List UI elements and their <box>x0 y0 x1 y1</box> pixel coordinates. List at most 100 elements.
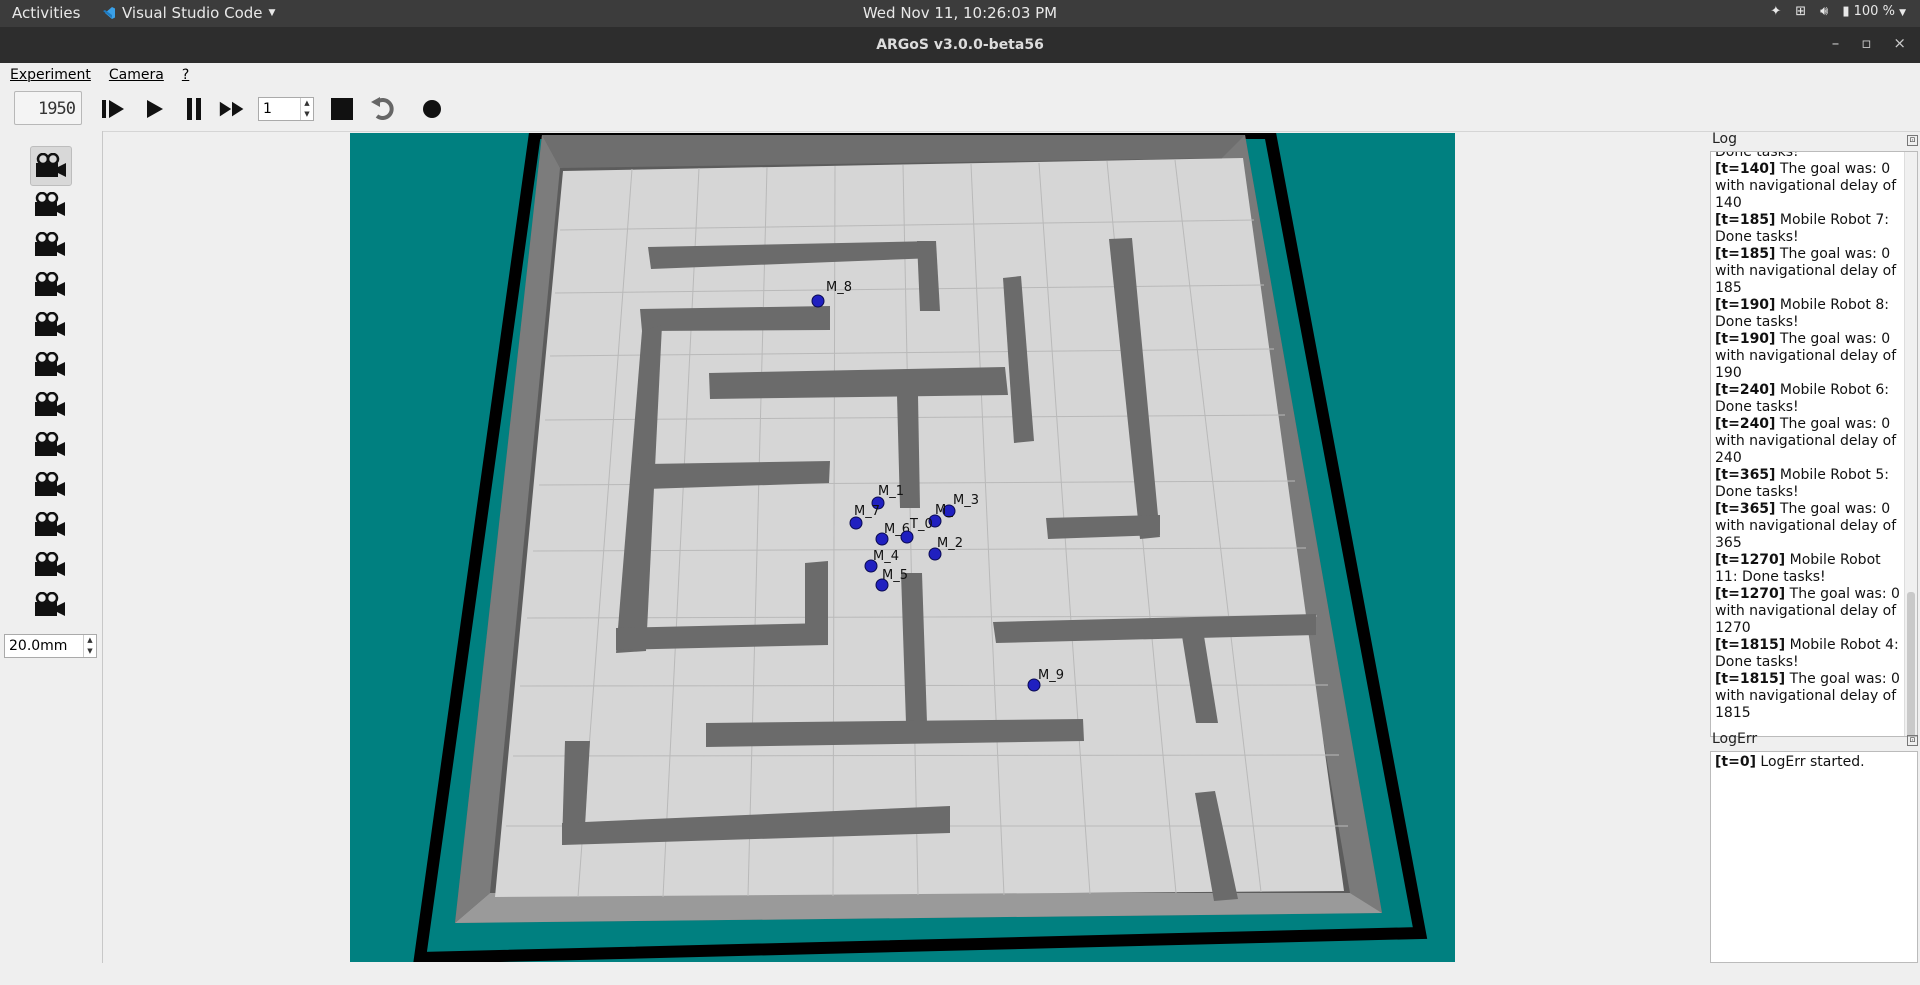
camera-9-button[interactable] <box>30 466 70 504</box>
clock[interactable]: Wed Nov 11, 10:26:03 PM <box>863 4 1057 22</box>
camera-12-button[interactable] <box>30 586 70 624</box>
activities-button[interactable]: Activities <box>12 4 80 22</box>
video-camera-icon <box>35 312 65 336</box>
camera-2-button[interactable] <box>30 186 70 224</box>
log-line: [t=0] LogErr started. <box>1711 754 1917 771</box>
robot-label: M_9 <box>1038 668 1064 683</box>
vscode-icon <box>103 7 115 19</box>
robot-label: M_1 <box>878 484 904 499</box>
log-timestamp: [t=240] <box>1715 416 1776 432</box>
fast-forward-button[interactable] <box>219 96 245 122</box>
log-panel: Log ⊡ Done tasks! [t=140] The goal was: … <box>1708 131 1920 737</box>
scroll-thumb[interactable] <box>1907 592 1915 736</box>
robot-label: M_3 <box>953 493 979 508</box>
fast-forward-icon <box>219 101 244 117</box>
log-timestamp: [t=185] <box>1715 212 1776 228</box>
video-camera-icon <box>35 472 65 496</box>
video-camera-icon <box>35 552 65 576</box>
battery-indicator[interactable]: ▮ 100 % ▼ <box>1842 4 1906 19</box>
log-line: Done tasks! <box>1715 151 1799 160</box>
reset-button[interactable] <box>369 96 395 122</box>
system-top-bar: Activities Visual Studio Code ▼ Wed Nov … <box>0 0 1920 27</box>
spin-arrows[interactable]: ▲ ▼ <box>83 635 96 657</box>
arena-render: M_8M_1M_7M_3M_M_6 T_0M_2M_4M_5M_9 <box>413 133 1428 962</box>
log-timestamp: [t=365] <box>1715 467 1776 483</box>
logerr-text[interactable]: [t=0] LogErr started. <box>1710 751 1918 963</box>
robot-label: M_7 <box>854 504 880 519</box>
video-camera-icon <box>35 392 65 416</box>
log-line: [t=1270] The goal was: 0 with navigation… <box>1711 586 1917 637</box>
camera-zoom-spinbox[interactable]: 20.0mm ▲ ▼ <box>4 634 97 658</box>
chevron-down-icon: ▼ <box>268 8 276 18</box>
log-timestamp: [t=1815] <box>1715 671 1786 687</box>
log-timestamp: [t=140] <box>1715 161 1776 177</box>
panel-float-icon[interactable]: ⊡ <box>1907 735 1918 746</box>
log-title: Log <box>1712 131 1738 147</box>
camera-4-button[interactable] <box>30 266 70 304</box>
robot-label: T_0 <box>909 517 933 532</box>
outer-wall-bottom <box>455 893 1382 923</box>
arena-3d-viewport[interactable]: M_8 M_1 M_7 M_3 M_ M_6 T_0 M_2 M_4 M_5 M_9 <box>350 133 1455 962</box>
robot-t0[interactable] <box>900 530 914 544</box>
bottom-strip <box>0 963 1920 985</box>
menu-camera[interactable]: Camera <box>109 67 164 83</box>
app-menu[interactable]: Visual Studio Code ▼ <box>102 4 275 22</box>
camera-5-button[interactable] <box>30 306 70 344</box>
maximize-icon[interactable]: ▫ <box>1861 34 1871 52</box>
log-timestamp: [t=190] <box>1715 331 1776 347</box>
log-timestamp: [t=1270] <box>1715 586 1786 602</box>
log-line: [t=140] The goal was: 0 with navigationa… <box>1711 161 1917 212</box>
log-line: [t=365] Mobile Robot 5: Done tasks! <box>1711 467 1917 501</box>
log-line: [t=190] The goal was: 0 with navigationa… <box>1711 331 1917 382</box>
logerr-title: LogErr <box>1712 731 1758 747</box>
frame-step-spinbox[interactable]: 1 ▲ ▼ <box>258 97 314 121</box>
record-button[interactable] <box>419 96 445 122</box>
menu-experiment[interactable]: Experiment <box>10 67 91 83</box>
log-timestamp: [t=190] <box>1715 297 1776 313</box>
close-icon[interactable]: × <box>1893 34 1906 52</box>
camera-3-button[interactable] <box>30 226 70 264</box>
menu-help[interactable]: ? <box>182 67 189 83</box>
camera-8-button[interactable] <box>30 426 70 464</box>
pause-button[interactable] <box>181 96 207 122</box>
volume-icon[interactable]: 🔊︎ <box>1820 4 1828 19</box>
toolbar: 1950 1 ▲ ▼ <box>0 87 1920 132</box>
log-line: [t=185] Mobile Robot 7: Done tasks! <box>1711 212 1917 246</box>
camera-10-button[interactable] <box>30 506 70 544</box>
log-timestamp: [t=0] <box>1715 754 1756 770</box>
robot-label: M_ <box>935 503 953 518</box>
camera-6-button[interactable] <box>30 346 70 384</box>
log-scrollbar[interactable] <box>1904 152 1917 736</box>
robot-label: M_8 <box>826 280 852 295</box>
robot-label: M_5 <box>882 568 908 583</box>
log-timestamp: [t=185] <box>1715 246 1776 262</box>
step-counter: 1950 <box>14 91 82 125</box>
panel-float-icon[interactable]: ⊡ <box>1907 135 1918 146</box>
logerr-header: LogErr ⊡ <box>1708 731 1920 751</box>
robot-label: M_2 <box>937 536 963 551</box>
log-line: [t=240] Mobile Robot 6: Done tasks! <box>1711 382 1917 416</box>
logerr-panel: LogErr ⊡ [t=0] LogErr started. <box>1708 731 1920 963</box>
reset-icon <box>371 97 394 120</box>
log-timestamp: [t=365] <box>1715 501 1776 517</box>
robot-m8[interactable] <box>811 294 825 308</box>
spin-arrows[interactable]: ▲ ▼ <box>300 98 313 120</box>
log-message: LogErr started. <box>1755 754 1865 770</box>
camera-7-button[interactable] <box>30 386 70 424</box>
play-button[interactable] <box>141 96 167 122</box>
camera-1-button[interactable] <box>30 146 72 186</box>
log-timestamp: [t=240] <box>1715 382 1776 398</box>
accessibility-icon[interactable]: ✦ <box>1770 4 1781 19</box>
log-line: [t=190] Mobile Robot 8: Done tasks! <box>1711 297 1917 331</box>
log-line: [t=365] The goal was: 0 with navigationa… <box>1711 501 1917 552</box>
network-icon[interactable]: ⊞ <box>1795 4 1806 19</box>
stop-button[interactable] <box>329 96 355 122</box>
log-text[interactable]: Done tasks! [t=140] The goal was: 0 with… <box>1710 151 1918 737</box>
play-icon <box>147 100 163 118</box>
menu-bar: Experiment Camera ? <box>0 63 1920 87</box>
video-camera-icon <box>35 272 65 296</box>
step-icon <box>102 100 124 118</box>
step-button[interactable] <box>100 96 126 122</box>
minimize-icon[interactable]: – <box>1832 34 1840 52</box>
camera-11-button[interactable] <box>30 546 70 584</box>
